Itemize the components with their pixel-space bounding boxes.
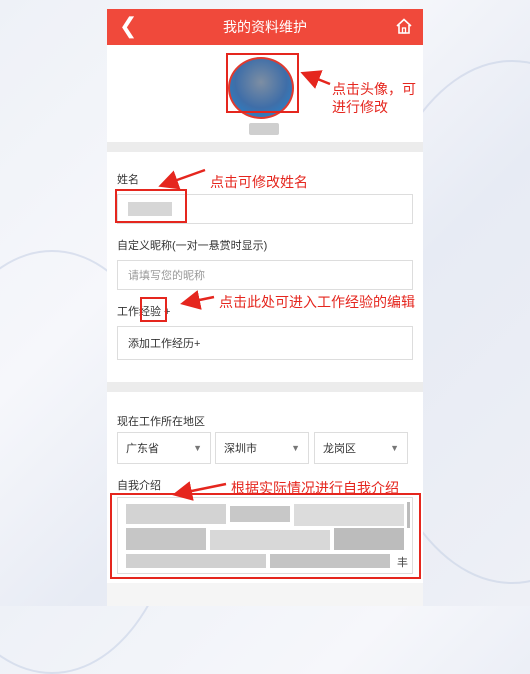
avatar-annotation-line2: 进行修改 xyxy=(332,99,388,115)
avatar-caption-blurred xyxy=(249,123,279,135)
avatar-annotation-line1: 点击头像，可 xyxy=(332,81,416,97)
intro-label: 自我介绍 xyxy=(117,480,161,492)
work-annotation: 点击此处可进入工作经验的编辑 xyxy=(219,294,415,310)
province-select[interactable]: 广东省 ▼ xyxy=(117,432,211,464)
district-select[interactable]: 龙岗区 ▼ xyxy=(314,432,408,464)
chevron-left-icon[interactable]: ❮ xyxy=(119,15,137,37)
intro-annotation: 根据实际情况进行自我介绍 xyxy=(231,480,399,496)
avatar-highlight-box xyxy=(226,53,299,113)
home-icon[interactable] xyxy=(395,17,413,35)
name-annotation: 点击可修改姓名 xyxy=(210,174,308,190)
page-title: 我的资料维护 xyxy=(223,19,307,35)
region-label: 现在工作所在地区 xyxy=(117,416,205,428)
work-highlight-box xyxy=(140,297,167,322)
add-work-experience-button[interactable]: 添加工作经历+ xyxy=(117,326,413,360)
caret-down-icon: ▼ xyxy=(291,443,300,453)
bottom-divider xyxy=(107,583,423,606)
add-work-label: 添加工作经历+ xyxy=(128,338,201,350)
nickname-label: 自定义昵称(一对一悬赏时显示) xyxy=(117,240,268,252)
caret-down-icon: ▼ xyxy=(390,443,399,453)
section-divider xyxy=(107,382,423,392)
intro-highlight-box xyxy=(110,493,421,579)
nickname-field[interactable]: 请填写您的昵称 xyxy=(117,260,413,290)
province-value: 广东省 xyxy=(126,443,159,455)
section-divider xyxy=(107,142,423,152)
app-header: ❮ 我的资料维护 xyxy=(107,9,423,45)
name-label: 姓名 xyxy=(117,174,139,186)
name-highlight-box xyxy=(115,189,187,223)
city-value: 深圳市 xyxy=(224,443,257,455)
city-select[interactable]: 深圳市 ▼ xyxy=(215,432,309,464)
district-value: 龙岗区 xyxy=(323,443,356,455)
nickname-placeholder: 请填写您的昵称 xyxy=(128,270,205,282)
caret-down-icon: ▼ xyxy=(193,443,202,453)
